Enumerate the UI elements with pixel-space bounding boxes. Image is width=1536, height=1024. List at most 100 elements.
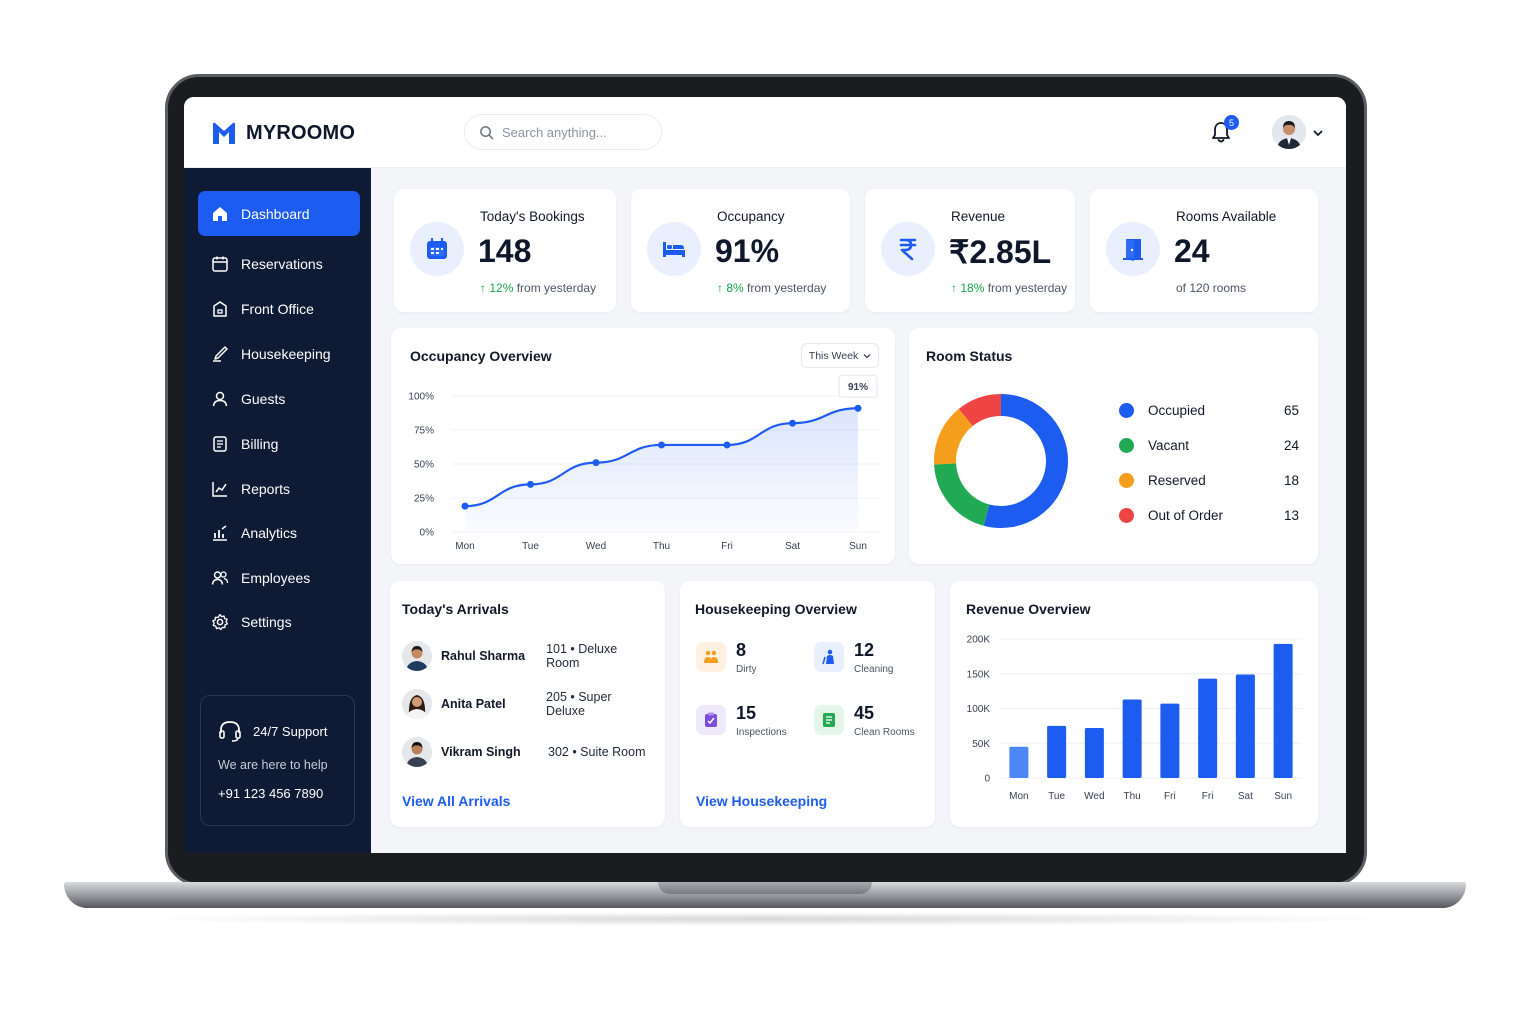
x-tick-label: Thu <box>653 541 670 552</box>
sidebar-item-label: Front Office <box>241 300 314 317</box>
up-arrow-icon: ↑ <box>951 281 961 295</box>
revenue-bar-chart: 0 50K 100K 150K 200K Mon Tue Wed Thu Fri Fri Sat Sun <box>967 635 1302 802</box>
person-icon <box>212 391 228 406</box>
list-item[interactable]: Anita Patel 205 • Super Deluxe <box>402 687 652 721</box>
user-avatar[interactable] <box>1272 115 1306 149</box>
stat-change-suffix: from yesterday <box>516 281 597 295</box>
search-box[interactable] <box>464 114 662 150</box>
y-tick-label: 100% <box>408 392 434 403</box>
stat-change-value: 12% <box>489 281 514 295</box>
stat-change-value: 8% <box>726 281 744 295</box>
calendar-icon <box>427 238 447 259</box>
legend-dot <box>1119 437 1134 453</box>
headset-icon <box>219 721 241 742</box>
sidebar-item-label: Dashboard <box>241 205 310 222</box>
hk-icon-wrap <box>814 642 844 672</box>
sidebar-item-label: Reports <box>241 480 291 497</box>
clipboard-icon <box>705 712 717 727</box>
sidebar-item-settings[interactable]: Settings <box>198 599 360 644</box>
logo[interactable]: MYROOMO <box>210 119 355 147</box>
chevron-down-icon[interactable] <box>1312 127 1324 139</box>
briefcase-icon <box>213 300 227 317</box>
sidebar-item-dashboard[interactable]: Dashboard <box>198 191 360 236</box>
guest-name: Vikram Singh <box>441 745 521 759</box>
x-tick-label: Tue <box>522 541 539 552</box>
housekeeping-stat-inspections[interactable]: 15 Inspections <box>696 703 806 747</box>
list-item[interactable]: Rahul Sharma 101 • Deluxe Room <box>402 639 652 673</box>
sidebar: Dashboard Reservations Front Office Hous… <box>184 168 371 853</box>
search-icon <box>480 125 494 139</box>
bar <box>1047 725 1067 778</box>
guest-avatar <box>402 737 432 767</box>
guest-room: 302 • Suite Room <box>548 745 646 759</box>
sidebar-item-guests[interactable]: Guests <box>198 376 360 421</box>
y-tick-label: 200K <box>967 635 991 646</box>
value-callout-label: 91% <box>848 382 868 393</box>
legend-item-vacant: Vacant 24 <box>1119 435 1299 455</box>
guest-room: 205 • Super Deluxe <box>546 690 612 718</box>
view-housekeeping-link[interactable]: View Housekeeping <box>696 793 827 809</box>
y-tick-label: 75% <box>414 426 434 437</box>
sidebar-item-label: Guests <box>241 390 286 407</box>
search-input[interactable] <box>502 124 642 140</box>
data-point <box>789 419 796 427</box>
legend-item-occupied: Occupied 65 <box>1119 400 1299 420</box>
sidebar-item-label: Billing <box>241 435 279 452</box>
legend-label: Out of Order <box>1148 507 1224 523</box>
sidebar-item-reservations[interactable]: Reservations <box>198 241 360 286</box>
stat-change: ↑ 12% from yesterday <box>480 281 596 295</box>
sidebar-item-housekeeping[interactable]: Housekeeping <box>198 331 360 376</box>
housekeeping-stat-dirty[interactable]: 8 Dirty <box>696 640 806 684</box>
sidebar-item-employees[interactable]: Employees <box>198 555 360 600</box>
hk-icon-wrap <box>814 705 844 735</box>
data-point <box>527 480 534 488</box>
view-all-arrivals-link[interactable]: View All Arrivals <box>402 793 510 809</box>
y-tick-label: 25% <box>414 494 434 505</box>
bar <box>1198 678 1218 778</box>
stat-value: ₹2.85L <box>949 234 1052 270</box>
user-avatar-image <box>1272 115 1306 149</box>
stat-value: 148 <box>478 233 532 269</box>
housekeeping-stat-cleaning[interactable]: 12 Cleaning <box>814 640 924 684</box>
guest-name: Anita Patel <box>441 697 506 711</box>
housekeeping-stat-clean-rooms[interactable]: 45 Clean Rooms <box>814 703 924 747</box>
list-item[interactable]: Vikram Singh 302 • Suite Room <box>402 735 652 769</box>
bed-icon <box>663 242 685 257</box>
stat-suffix: of 120 rooms <box>1176 281 1247 295</box>
notification-badge: 5 <box>1224 115 1239 130</box>
room-status-card: Room Status Occupied 65 Vacant 24 Reserv… <box>909 328 1318 564</box>
x-tick-label: Mon <box>1009 791 1028 802</box>
bar <box>1273 643 1293 778</box>
legend-dot <box>1119 472 1134 488</box>
sidebar-item-label: Settings <box>241 613 292 630</box>
guest-avatar <box>402 689 432 719</box>
y-tick-label: 50K <box>972 739 990 750</box>
legend-value: 13 <box>1283 507 1299 523</box>
legend-value: 18 <box>1283 472 1299 488</box>
guest-name: Rahul Sharma <box>441 649 526 663</box>
arrivals-card: Today's Arrivals Rahul Sharma 101 • Delu… <box>390 581 665 827</box>
guest-room: 101 • Deluxe Room <box>546 642 618 670</box>
sidebar-item-label: Analytics <box>241 524 298 541</box>
stat-change-suffix: from yesterday <box>747 281 827 295</box>
top-bar: MYROOMO 5 <box>184 97 1346 168</box>
sidebar-item-front-office[interactable]: Front Office <box>198 286 360 331</box>
sidebar-item-analytics[interactable]: Analytics <box>198 510 360 555</box>
y-tick-label: 150K <box>967 669 991 680</box>
sidebar-item-reports[interactable]: Reports <box>198 466 360 511</box>
stat-icon-wrap <box>647 222 701 276</box>
sidebar-item-billing[interactable]: Billing <box>198 421 360 466</box>
report-icon <box>212 481 227 497</box>
x-tick-label: Fri <box>1164 791 1176 802</box>
data-point <box>723 441 731 449</box>
stat-value: 91% <box>715 233 780 269</box>
home-icon <box>213 206 227 221</box>
hk-value: 12 <box>854 640 875 660</box>
legend-label: Reserved <box>1148 472 1206 488</box>
analytics-icon <box>213 524 227 541</box>
support-phone[interactable]: +91 123 456 7890 <box>218 786 323 801</box>
cleaning-icon <box>822 649 834 665</box>
occupancy-overview-card: Occupancy Overview This Week 0% 25% 50% 75%… <box>391 328 895 564</box>
data-point <box>461 502 469 510</box>
app-screen: MYROOMO 5 Dashboard <box>184 97 1346 853</box>
